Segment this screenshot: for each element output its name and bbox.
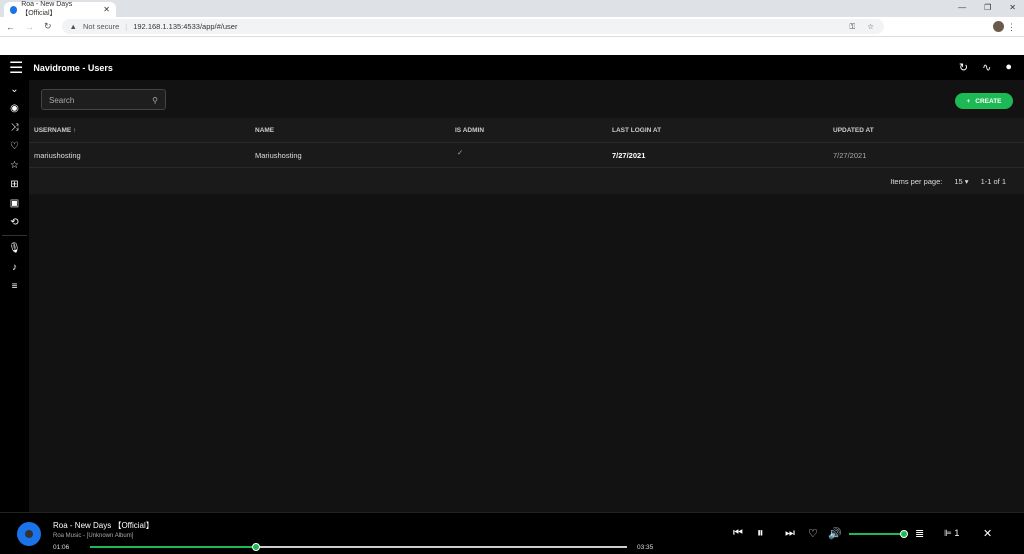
- create-label: CREATE: [975, 97, 1002, 105]
- elapsed-time: 01:06: [53, 544, 70, 551]
- playlist-icon[interactable]: ≡: [0, 277, 29, 296]
- security-label: Not secure: [82, 22, 120, 31]
- users-table: USERNAME ↑ NAME IS ADMIN LAST LOGIN AT U…: [29, 118, 1024, 194]
- profile-avatar[interactable]: [993, 21, 1004, 32]
- favicon-icon: [10, 5, 18, 14]
- navidrome-app: ☰ Navidrome - Users ↻ ∿ ● ⌄ ◉ ⤨ ♡ ☆ ⊞ ▣ ⟲ …: [0, 55, 1024, 554]
- cell-username: mariushosting: [34, 150, 81, 160]
- cell-last-login: 7/27/2021: [612, 150, 646, 160]
- heart-icon[interactable]: ♡: [808, 527, 818, 540]
- activity-icon[interactable]: ∿: [982, 61, 991, 74]
- close-window-icon[interactable]: ✕: [1009, 3, 1016, 12]
- account-icon[interactable]: ●: [1005, 61, 1012, 74]
- song-title: Roa - New Days 【Official】: [53, 521, 154, 530]
- cell-updated: 7/27/2021: [833, 150, 867, 160]
- column-last-login[interactable]: LAST LOGIN AT: [612, 127, 661, 134]
- repeat-icon[interactable]: ⟲: [0, 213, 29, 232]
- queue-button[interactable]: ⊫ 1: [944, 528, 959, 539]
- audio-player: Roa - New Days 【Official】 Roa Music - [U…: [0, 512, 1024, 554]
- volume-icon[interactable]: 🔊: [828, 527, 842, 540]
- create-button[interactable]: + CREATE: [955, 93, 1013, 109]
- duration: 03:35: [637, 544, 654, 551]
- items-per-page-select[interactable]: 15 ▾: [954, 177, 968, 186]
- sidebar: ⌄ ◉ ⤨ ♡ ☆ ⊞ ▣ ⟲ 🎙 ♪ ≡: [0, 80, 29, 296]
- album-icon[interactable]: ◉: [0, 99, 29, 118]
- pagination: Items per page: 15 ▾ 1-1 of 1: [29, 168, 1024, 194]
- plus-icon: +: [966, 97, 971, 105]
- url-input[interactable]: ▲ Not secure | 192.168.1.135:4533/app/#/use…: [61, 19, 884, 34]
- divider: [2, 235, 27, 236]
- lyrics-icon[interactable]: ≣: [915, 527, 924, 540]
- shuffle-icon[interactable]: ⤨: [0, 118, 29, 137]
- heart-icon[interactable]: ♡: [0, 137, 29, 156]
- forward-icon[interactable]: →: [25, 22, 34, 32]
- table-row[interactable]: mariushosting Mariushosting ✓ 7/27/2021 …: [29, 143, 1024, 168]
- check-icon: ✓: [457, 148, 464, 157]
- song-icon[interactable]: ♪: [0, 258, 29, 277]
- hamburger-icon[interactable]: ☰: [9, 58, 23, 78]
- search-placeholder: Search: [49, 96, 75, 105]
- progress-slider[interactable]: [90, 543, 627, 551]
- back-icon[interactable]: ←: [6, 22, 15, 32]
- key-icon[interactable]: ⚿: [850, 22, 856, 32]
- minimize-icon[interactable]: —: [958, 3, 966, 12]
- star-icon[interactable]: ☆: [0, 156, 29, 175]
- pause-icon[interactable]: ⏸: [757, 525, 764, 541]
- artist-icon[interactable]: 🎙: [0, 239, 29, 258]
- close-player-icon[interactable]: ✕: [983, 527, 992, 540]
- queue-count: 1: [954, 528, 960, 538]
- column-username[interactable]: USERNAME ↑: [34, 127, 76, 134]
- items-per-page-label: Items per page:: [890, 176, 943, 186]
- close-tab-icon[interactable]: ✕: [103, 5, 110, 14]
- most-played-icon[interactable]: ▣: [0, 194, 29, 213]
- search-input[interactable]: Search ⚲: [41, 89, 166, 110]
- maximize-icon[interactable]: ❐: [984, 3, 991, 12]
- reload-icon[interactable]: ↻: [44, 21, 52, 32]
- cell-name: Mariushosting: [255, 150, 302, 160]
- column-is-admin[interactable]: IS ADMIN: [455, 127, 484, 134]
- warning-icon: ▲: [69, 22, 77, 31]
- app-header: ☰ Navidrome - Users ↻ ∿ ●: [0, 55, 1024, 80]
- page-range: 1-1 of 1: [980, 176, 1006, 186]
- tab-title: Roa - New Days【Official】: [21, 1, 73, 17]
- progress-thumb[interactable]: [252, 543, 261, 551]
- sort-arrow-icon: ↑: [73, 126, 77, 134]
- volume-thumb[interactable]: [900, 530, 908, 538]
- collapse-icon[interactable]: ⌄: [0, 80, 29, 99]
- main-content: Search ⚲ + CREATE USERNAME ↑ NAME IS ADMIN…: [29, 80, 1024, 512]
- menu-icon[interactable]: ⋮: [1007, 22, 1016, 33]
- page-title: Navidrome - Users: [33, 62, 113, 73]
- next-icon[interactable]: ⏭: [785, 527, 795, 540]
- progress-fill: [90, 546, 257, 548]
- volume-slider[interactable]: [849, 530, 908, 538]
- table-header: USERNAME ↑ NAME IS ADMIN LAST LOGIN AT U…: [29, 118, 1024, 143]
- browser-tabbar: Roa - New Days【Official】 ✕ — ❐ ✕: [0, 0, 1024, 17]
- album-cover[interactable]: [17, 522, 41, 546]
- volume-fill: [849, 533, 904, 535]
- search-icon: ⚲: [152, 96, 158, 105]
- song-artist: Roa Music - [Unknown Album]: [53, 533, 134, 539]
- star-icon[interactable]: ☆: [867, 22, 874, 32]
- previous-icon[interactable]: ⏮: [733, 527, 743, 540]
- refresh-icon[interactable]: ↻: [959, 61, 968, 74]
- address-bar: ← → ↻ ▲ Not secure | 192.168.1.135:4533/app/#…: [0, 17, 1024, 37]
- browser-tab[interactable]: Roa - New Days【Official】 ✕: [4, 1, 116, 17]
- column-name[interactable]: NAME: [255, 127, 274, 134]
- url-text: 192.168.1.135:4533/app/#/user: [133, 22, 238, 31]
- column-updated[interactable]: UPDATED AT: [833, 127, 874, 134]
- recently-added-icon[interactable]: ⊞: [0, 175, 29, 194]
